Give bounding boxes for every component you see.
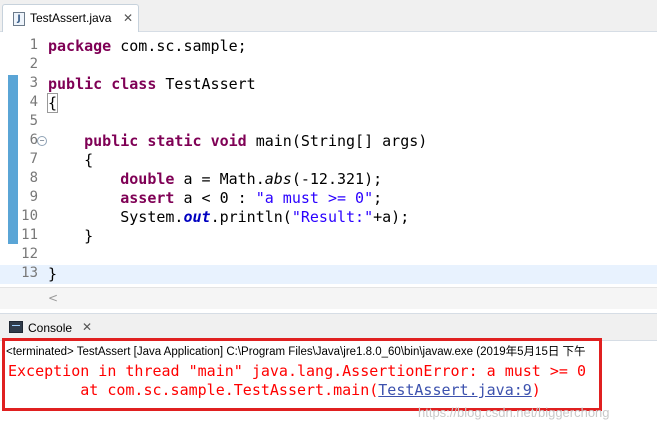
tab-label: TestAssert.java [30, 11, 112, 25]
code-line[interactable]: 4{ [0, 93, 657, 113]
code-token: class [111, 75, 157, 93]
line-number: 11 [21, 227, 38, 243]
code-token: a = Math. [174, 170, 265, 188]
line-number: 6 [29, 132, 38, 148]
console-output[interactable]: Exception in thread "main" java.lang.Ass… [0, 358, 657, 431]
code-line[interactable]: 7 { [0, 151, 657, 170]
code-text: assert a < 0 : "a must >= 0"; [48, 189, 382, 207]
line-number: 1 [29, 37, 38, 53]
code-token: assert [120, 189, 175, 207]
code-text: double a = Math.abs(-12.321); [48, 170, 382, 188]
code-token: com.sc.sample; [111, 37, 247, 55]
code-token: public [84, 132, 139, 150]
code-line[interactable]: 3 public class TestAssert [0, 75, 657, 94]
line-number: 9 [29, 189, 38, 205]
code-token: { [46, 93, 59, 113]
stack-trace-line: at com.sc.sample.TestAssert.main(TestAss… [8, 381, 541, 399]
error-message: Exception in thread "main" java.lang.Ass… [8, 362, 586, 380]
code-token: } [48, 227, 94, 245]
code-token: package [48, 37, 112, 55]
code-line[interactable]: 11 } [0, 227, 657, 246]
line-number: 12 [21, 246, 38, 262]
code-token: .println( [210, 208, 292, 226]
tab-testassert-java[interactable]: J TestAssert.java ✕ [2, 4, 139, 32]
code-text: package com.sc.sample; [48, 37, 247, 55]
line-number: 10 [21, 208, 38, 224]
horizontal-scrollbar[interactable]: < [0, 287, 657, 309]
line-number: 8 [29, 170, 38, 186]
code-line[interactable]: 10 System.out.println("Result:"+a); [0, 208, 657, 227]
code-line[interactable]: 9 assert a < 0 : "a must >= 0"; [0, 189, 657, 208]
code-line[interactable]: 6− public static void main(String[] args… [0, 132, 657, 151]
code-token: (-12.321); [291, 170, 383, 188]
code-line[interactable]: 12 [0, 246, 657, 265]
line-number: 4 [29, 94, 38, 110]
line-number: 2 [29, 56, 38, 72]
line-number: 5 [29, 113, 38, 129]
code-token: public [48, 75, 103, 93]
code-line[interactable]: 13} [0, 265, 657, 284]
console-tab-bar: Console ✕ [0, 313, 657, 341]
code-token: { [48, 151, 94, 169]
code-line[interactable]: 1 package com.sc.sample; [0, 37, 657, 56]
code-token: System. [48, 208, 184, 226]
code-token: abs [264, 170, 292, 188]
code-token: "a must >= 0" [255, 189, 374, 207]
stack-trace-prefix: at com.sc.sample.TestAssert.main( [8, 381, 379, 399]
close-icon[interactable]: ✕ [80, 320, 94, 334]
code-line[interactable]: 8 double a = Math.abs(-12.321); [0, 170, 657, 189]
stack-trace-suffix: ) [531, 381, 541, 399]
stack-trace-link[interactable]: TestAssert.java:9 [378, 381, 532, 399]
code-text: } [48, 265, 57, 283]
close-icon[interactable]: ✕ [121, 11, 135, 25]
code-token: void [210, 132, 247, 150]
code-text: public static void main(String[] args) [48, 132, 427, 150]
editor-tab-bar: J TestAssert.java ✕ [0, 0, 657, 32]
line-number: 13 [21, 265, 38, 281]
code-token: a < 0 : [174, 189, 256, 207]
code-token: static [147, 132, 202, 150]
watermark: https://blog.csdn.net/biggerchong [418, 405, 610, 420]
code-token: double [120, 170, 175, 188]
code-token: "Result:" [291, 208, 374, 226]
code-token: +a); [373, 208, 410, 226]
line-number: 7 [29, 151, 38, 167]
code-text: { [48, 151, 93, 169]
code-token: TestAssert [156, 75, 256, 93]
tab-console[interactable]: Console [28, 321, 72, 335]
code-text: } [48, 227, 93, 245]
code-token: main(String[] args) [246, 132, 428, 150]
console-icon [9, 321, 23, 333]
code-text: { [46, 93, 59, 113]
code-token: out [183, 208, 211, 226]
code-text: System.out.println("Result:"+a); [48, 208, 409, 226]
scroll-left-icon[interactable]: < [48, 291, 58, 305]
java-file-icon: J [13, 12, 25, 26]
code-line[interactable]: 2 [0, 56, 657, 75]
code-token: } [48, 265, 58, 283]
code-text: public class TestAssert [48, 75, 256, 93]
line-number: 3 [29, 75, 38, 91]
code-line[interactable]: 5 [0, 113, 657, 132]
code-editor[interactable]: 1 package com.sc.sample; 2 3 public class Te… [0, 32, 657, 288]
fold-toggle-icon[interactable]: − [37, 136, 47, 146]
code-token: ; [373, 189, 383, 207]
